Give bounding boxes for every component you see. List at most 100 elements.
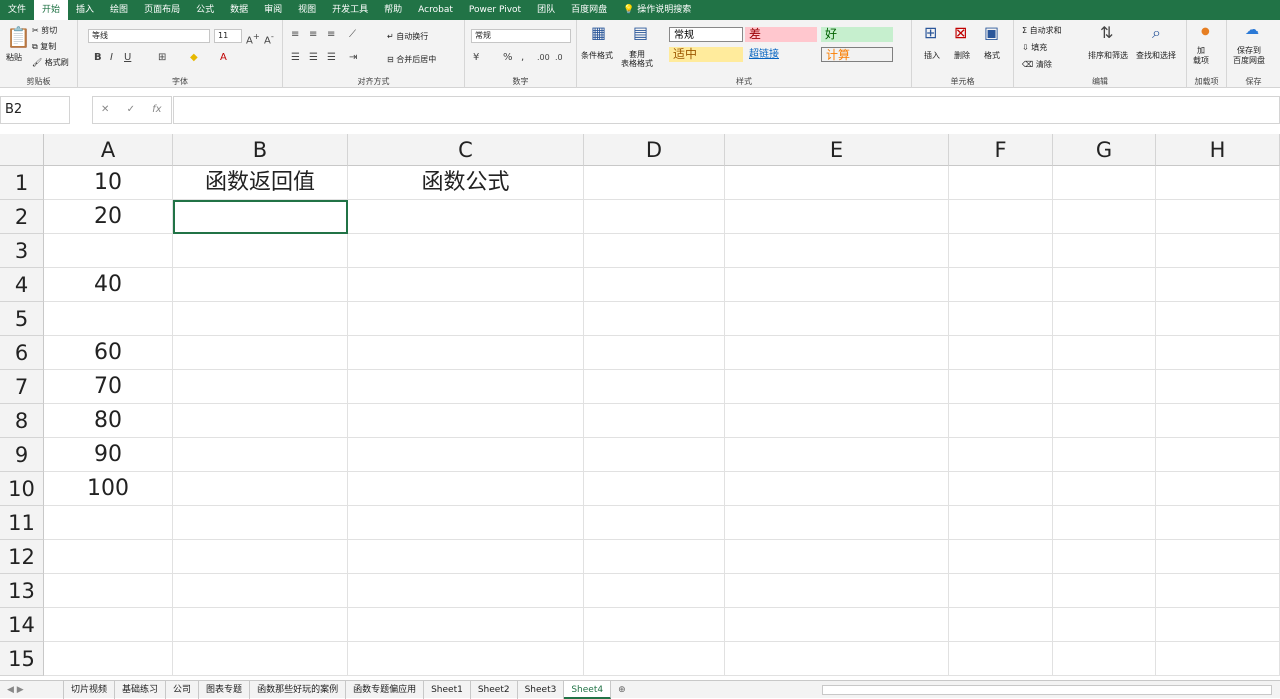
conditional-format-icon[interactable]: ▦ bbox=[591, 24, 606, 42]
cell-C15[interactable] bbox=[348, 642, 584, 676]
cell-B15[interactable] bbox=[173, 642, 348, 676]
cell-G11[interactable] bbox=[1053, 506, 1156, 540]
format-cells-icon[interactable]: ▣ bbox=[984, 24, 999, 42]
cell-F3[interactable] bbox=[949, 234, 1053, 268]
cell-E7[interactable] bbox=[725, 370, 949, 404]
cell-H11[interactable] bbox=[1156, 506, 1280, 540]
cell-F13[interactable] bbox=[949, 574, 1053, 608]
cell-B10[interactable] bbox=[173, 472, 348, 506]
sheet-tab[interactable]: 公司 bbox=[166, 680, 200, 699]
currency-icon[interactable]: ¥ bbox=[473, 52, 479, 64]
font-name-select[interactable]: 等线 bbox=[88, 29, 210, 43]
sheet-tab[interactable]: 切片视频 bbox=[64, 680, 116, 699]
cell-D1[interactable] bbox=[584, 166, 725, 200]
cell-G9[interactable] bbox=[1053, 438, 1156, 472]
cell-C13[interactable] bbox=[348, 574, 584, 608]
tab-data[interactable]: 数据 bbox=[222, 0, 256, 20]
cell-F7[interactable] bbox=[949, 370, 1053, 404]
cell-E2[interactable] bbox=[725, 200, 949, 234]
row-header-11[interactable]: 11 bbox=[0, 506, 44, 540]
style-neutral[interactable]: 适中 bbox=[669, 47, 743, 62]
cell-E9[interactable] bbox=[725, 438, 949, 472]
cell-F5[interactable] bbox=[949, 302, 1053, 336]
sheet-tab[interactable]: 函数专题偏应用 bbox=[346, 680, 425, 699]
merge-center-button[interactable]: ⊟ 合并后居中 bbox=[387, 54, 436, 65]
comma-icon[interactable]: , bbox=[521, 52, 524, 64]
cell-F10[interactable] bbox=[949, 472, 1053, 506]
shrink-font-icon[interactable]: A- bbox=[264, 30, 274, 47]
align-right-icon[interactable]: ☰ bbox=[327, 52, 336, 64]
save-baidu-button[interactable]: 保存到 百度网盘 bbox=[1233, 46, 1265, 66]
cell-B5[interactable] bbox=[173, 302, 348, 336]
find-select-button[interactable]: 查找和选择 bbox=[1136, 50, 1176, 61]
cell-E4[interactable] bbox=[725, 268, 949, 302]
style-good[interactable]: 好 bbox=[821, 27, 893, 42]
cell-G13[interactable] bbox=[1053, 574, 1156, 608]
column-header-G[interactable]: G bbox=[1053, 134, 1156, 166]
align-top-icon[interactable]: ≡ bbox=[291, 29, 299, 41]
tell-me-search[interactable]: 💡 操作说明搜索 bbox=[615, 0, 699, 20]
cell-G1[interactable] bbox=[1053, 166, 1156, 200]
cell-E13[interactable] bbox=[725, 574, 949, 608]
cut-button[interactable]: ✂ 剪切 bbox=[32, 25, 57, 36]
cell-A9[interactable]: 90 bbox=[44, 438, 173, 472]
select-all-corner[interactable] bbox=[0, 134, 44, 166]
cell-D11[interactable] bbox=[584, 506, 725, 540]
cell-B2[interactable] bbox=[173, 200, 348, 234]
cell-A13[interactable] bbox=[44, 574, 173, 608]
cell-A11[interactable] bbox=[44, 506, 173, 540]
format-cells-button[interactable]: 格式 bbox=[984, 50, 1000, 61]
style-bad[interactable]: 差 bbox=[745, 27, 817, 42]
cell-B7[interactable] bbox=[173, 370, 348, 404]
fill-button[interactable]: ⇩ 填充 bbox=[1022, 42, 1047, 53]
tab-developer[interactable]: 开发工具 bbox=[324, 0, 376, 20]
row-header-13[interactable]: 13 bbox=[0, 574, 44, 608]
cancel-icon[interactable]: ✕ bbox=[101, 104, 109, 115]
sheet-tab[interactable]: Sheet1 bbox=[424, 680, 471, 699]
paste-icon[interactable]: 📋 bbox=[6, 26, 31, 48]
cell-C3[interactable] bbox=[348, 234, 584, 268]
cell-C12[interactable] bbox=[348, 540, 584, 574]
tab-formulas[interactable]: 公式 bbox=[188, 0, 222, 20]
cell-H15[interactable] bbox=[1156, 642, 1280, 676]
sheet-tab[interactable]: Sheet3 bbox=[518, 680, 565, 699]
sheet-tab[interactable]: Sheet2 bbox=[471, 680, 518, 699]
cell-B8[interactable] bbox=[173, 404, 348, 438]
copy-button[interactable]: ⧉ 复制 bbox=[32, 41, 56, 52]
font-size-select[interactable]: 11 bbox=[214, 29, 242, 43]
sort-filter-button[interactable]: 排序和筛选 bbox=[1088, 50, 1128, 61]
cell-D2[interactable] bbox=[584, 200, 725, 234]
row-header-3[interactable]: 3 bbox=[0, 234, 44, 268]
percent-icon[interactable]: % bbox=[503, 52, 513, 64]
cell-H14[interactable] bbox=[1156, 608, 1280, 642]
cell-C10[interactable] bbox=[348, 472, 584, 506]
cell-C2[interactable] bbox=[348, 200, 584, 234]
sheet-tab[interactable]: 基础练习 bbox=[115, 680, 167, 699]
cell-E14[interactable] bbox=[725, 608, 949, 642]
cell-F9[interactable] bbox=[949, 438, 1053, 472]
cell-C1[interactable]: 函数公式 bbox=[348, 166, 584, 200]
cell-H12[interactable] bbox=[1156, 540, 1280, 574]
cell-D3[interactable] bbox=[584, 234, 725, 268]
cell-H8[interactable] bbox=[1156, 404, 1280, 438]
cell-D4[interactable] bbox=[584, 268, 725, 302]
cell-G5[interactable] bbox=[1053, 302, 1156, 336]
tab-file[interactable]: 文件 bbox=[0, 0, 34, 20]
cell-F14[interactable] bbox=[949, 608, 1053, 642]
row-header-14[interactable]: 14 bbox=[0, 608, 44, 642]
column-header-H[interactable]: H bbox=[1156, 134, 1280, 166]
increase-decimal-icon[interactable]: .00 bbox=[537, 52, 550, 64]
cell-D15[interactable] bbox=[584, 642, 725, 676]
tab-help[interactable]: 帮助 bbox=[376, 0, 410, 20]
cell-B1[interactable]: 函数返回值 bbox=[173, 166, 348, 200]
cell-H2[interactable] bbox=[1156, 200, 1280, 234]
cell-C14[interactable] bbox=[348, 608, 584, 642]
cell-E1[interactable] bbox=[725, 166, 949, 200]
cell-D7[interactable] bbox=[584, 370, 725, 404]
insert-function-icon[interactable]: fx bbox=[152, 104, 161, 115]
cloud-save-icon[interactable]: ☁ bbox=[1245, 23, 1259, 37]
cell-D14[interactable] bbox=[584, 608, 725, 642]
cell-B6[interactable] bbox=[173, 336, 348, 370]
cell-G12[interactable] bbox=[1053, 540, 1156, 574]
cell-G8[interactable] bbox=[1053, 404, 1156, 438]
